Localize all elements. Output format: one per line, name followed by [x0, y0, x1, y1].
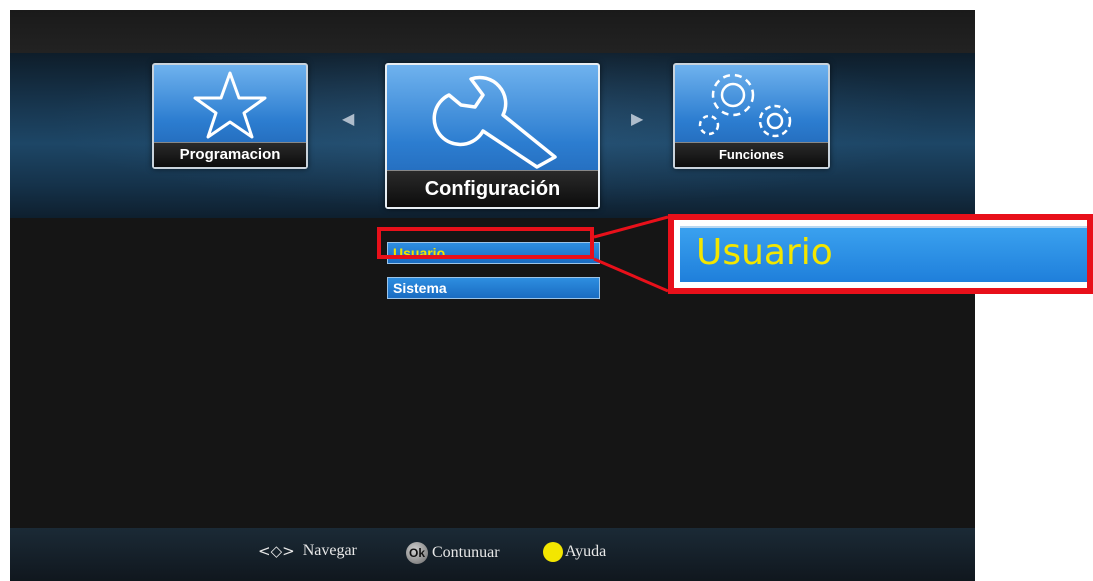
zoom-callout: Usuario: [668, 214, 1093, 294]
highlight-box: [377, 227, 594, 259]
zoom-callout-label: Usuario: [696, 232, 833, 273]
zoom-callout-item: Usuario: [680, 226, 1087, 282]
